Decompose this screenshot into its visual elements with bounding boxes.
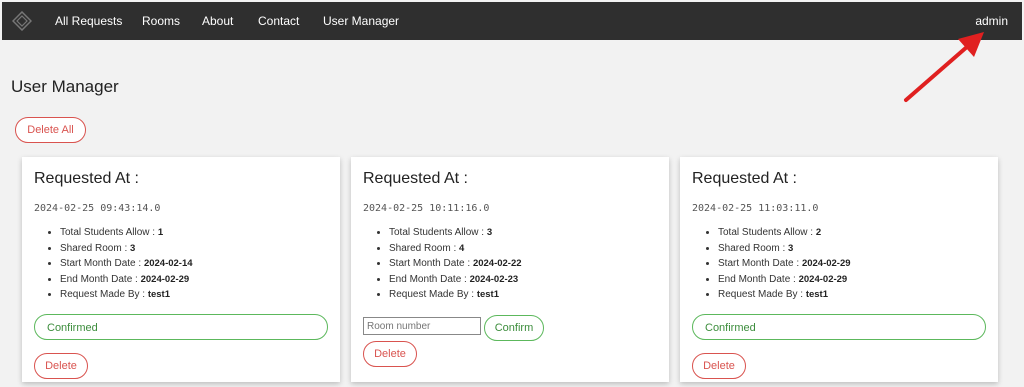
status-confirmed-badge: Confirmed bbox=[34, 314, 328, 340]
request-details-list: Total Students Allow : 2 Shared Room : 3… bbox=[692, 225, 851, 303]
red-arrow-icon bbox=[904, 32, 984, 102]
detail-request-by: Request Made By : test1 bbox=[389, 287, 522, 303]
detail-request-by: Request Made By : test1 bbox=[718, 287, 851, 303]
confirm-button[interactable]: Confirm bbox=[484, 315, 544, 341]
detail-end-date: End Month Date : 2024-02-23 bbox=[389, 272, 522, 288]
delete-request-button[interactable]: Delete bbox=[692, 353, 746, 379]
request-timestamp: 2024-02-25 09:43:14.0 bbox=[34, 203, 161, 214]
request-details-list: Total Students Allow : 3 Shared Room : 4… bbox=[363, 225, 522, 303]
top-navbar: All Requests Rooms About Contact User Ma… bbox=[2, 2, 1022, 40]
detail-total-students: Total Students Allow : 3 bbox=[389, 225, 522, 241]
nav-link-about[interactable]: About bbox=[202, 14, 233, 28]
nav-link-contact[interactable]: Contact bbox=[258, 14, 299, 28]
delete-request-button[interactable]: Delete bbox=[34, 353, 88, 379]
nav-link-rooms[interactable]: Rooms bbox=[142, 14, 180, 28]
request-card: Requested At : 2024-02-25 11:03:11.0 Tot… bbox=[680, 157, 998, 382]
detail-start-date: Start Month Date : 2024-02-14 bbox=[60, 256, 193, 272]
detail-request-by: Request Made By : test1 bbox=[60, 287, 193, 303]
card-title: Requested At : bbox=[692, 170, 797, 187]
request-card: Requested At : 2024-02-25 09:43:14.0 Tot… bbox=[22, 157, 340, 382]
status-confirmed-badge: Confirmed bbox=[692, 314, 986, 340]
request-details-list: Total Students Allow : 1 Shared Room : 3… bbox=[34, 225, 193, 303]
detail-start-date: Start Month Date : 2024-02-29 bbox=[718, 256, 851, 272]
nav-link-all-requests[interactable]: All Requests bbox=[55, 14, 122, 28]
request-timestamp: 2024-02-25 11:03:11.0 bbox=[692, 203, 819, 214]
page-title: User Manager bbox=[11, 77, 119, 96]
diamond-logo-icon[interactable] bbox=[12, 11, 32, 31]
detail-total-students: Total Students Allow : 2 bbox=[718, 225, 851, 241]
detail-start-date: Start Month Date : 2024-02-22 bbox=[389, 256, 522, 272]
delete-request-button[interactable]: Delete bbox=[363, 341, 417, 367]
nav-link-user-manager[interactable]: User Manager bbox=[323, 14, 399, 28]
request-card: Requested At : 2024-02-25 10:11:16.0 Tot… bbox=[351, 157, 669, 382]
detail-end-date: End Month Date : 2024-02-29 bbox=[718, 272, 851, 288]
card-title: Requested At : bbox=[34, 170, 139, 187]
detail-shared-room: Shared Room : 3 bbox=[60, 241, 193, 257]
detail-total-students: Total Students Allow : 1 bbox=[60, 225, 193, 241]
room-number-input[interactable] bbox=[363, 317, 481, 335]
detail-shared-room: Shared Room : 3 bbox=[718, 241, 851, 257]
request-timestamp: 2024-02-25 10:11:16.0 bbox=[363, 203, 490, 214]
card-title: Requested At : bbox=[363, 170, 468, 187]
delete-all-button[interactable]: Delete All bbox=[15, 117, 86, 143]
detail-shared-room: Shared Room : 4 bbox=[389, 241, 522, 257]
detail-end-date: End Month Date : 2024-02-29 bbox=[60, 272, 193, 288]
